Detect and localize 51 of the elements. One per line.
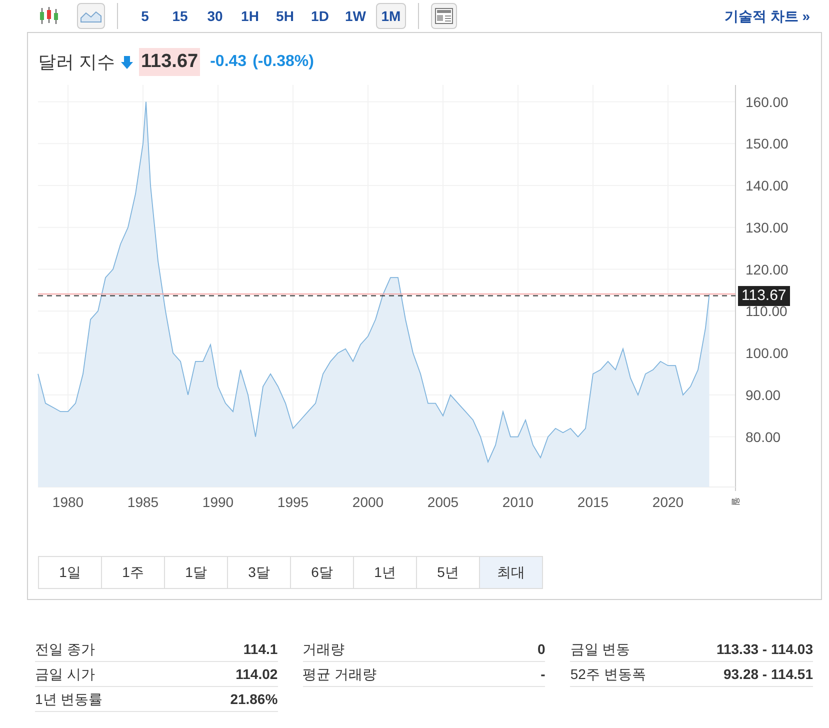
price-value: 113.67 [139, 48, 200, 76]
y-axis-label: 120.00 [746, 261, 788, 278]
y-axis-label: 110.00 [746, 303, 788, 320]
x-axis-label: 1990 [202, 494, 234, 510]
interval-button[interactable]: 1D [305, 3, 335, 29]
y-axis-label: 90.00 [746, 386, 781, 403]
interval-button[interactable]: 15 [165, 3, 195, 29]
interval-button[interactable]: 30 [200, 3, 230, 29]
x-axis-label: 2015 [577, 494, 609, 510]
interval-button[interactable]: 1W [340, 3, 371, 29]
x-axis-label: 1995 [277, 494, 309, 510]
stat-value: 114.1 [243, 640, 278, 658]
stat-label: 금일 변동 [570, 640, 630, 658]
interval-button[interactable]: 5 [130, 3, 160, 29]
stat-value: - [540, 664, 546, 684]
stat-label: 거래량 [302, 640, 345, 658]
x-axis-label: 2020 [652, 494, 684, 510]
stat-value: 0 [538, 640, 546, 658]
y-axis-label: 150.00 [746, 136, 788, 152]
y-axis-label: 130.00 [746, 219, 788, 236]
stat-label: 1년 변동률 [35, 690, 103, 708]
news-button[interactable] [431, 3, 457, 29]
axis-unit-label: 월 [730, 497, 740, 506]
stat-value: 114.02 [236, 664, 278, 684]
range-tab[interactable]: 최대 [479, 557, 542, 588]
y-axis-label: 160.00 [746, 94, 788, 110]
price-change: -0.43 [210, 52, 247, 72]
stat-value: 21.86% [230, 690, 278, 708]
technical-chart-link[interactable]: 기술적 차트 » [724, 6, 810, 26]
stat-value: 93.28 - 114.51 [723, 664, 814, 684]
candlestick-icon [38, 6, 60, 26]
price-change-percent: (-0.38%) [252, 52, 314, 72]
x-axis-label: 1985 [127, 494, 159, 510]
stat-label: 평균 거래량 [302, 664, 377, 684]
y-axis-label: 140.00 [746, 178, 788, 194]
interval-button[interactable]: 1H [235, 3, 265, 29]
newspaper-icon [435, 8, 453, 24]
x-axis-label: 2005 [427, 494, 459, 510]
stat-value: 113.33 - 114.03 [716, 640, 814, 658]
instrument-name: 달러 지수 [38, 50, 116, 74]
y-axis-label: 80.00 [746, 428, 781, 445]
stat-label: 52주 변동폭 [570, 664, 646, 684]
x-axis-label: 2000 [352, 494, 384, 510]
interval-button[interactable]: 1M [376, 3, 406, 29]
interval-button[interactable]: 5H [270, 3, 300, 29]
price-tag: 113.67 [738, 286, 790, 306]
x-axis-label: 2010 [502, 494, 534, 510]
stat-label: 전일 종가 [35, 640, 95, 658]
y-axis-label: 100.00 [746, 345, 788, 361]
x-axis-label: 1980 [52, 494, 84, 510]
stat-label: 금일 시가 [35, 664, 95, 684]
